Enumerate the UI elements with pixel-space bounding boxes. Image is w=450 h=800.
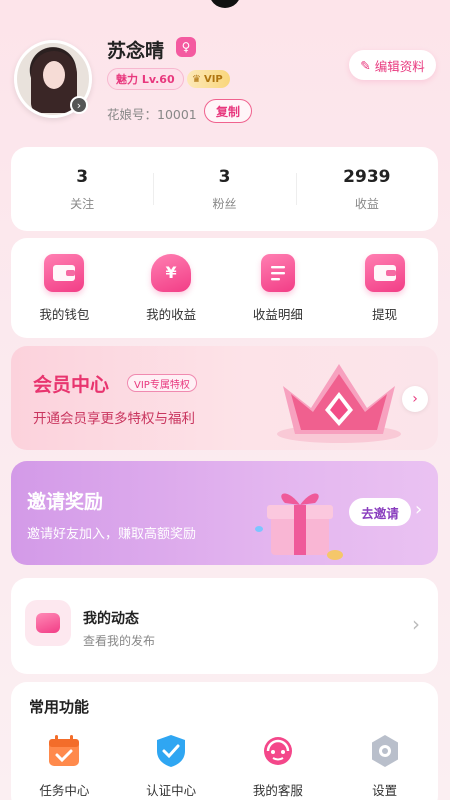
receipt-icon <box>260 253 295 292</box>
function-label: 我的客服 <box>252 783 303 798</box>
vip-privilege-tag: VIP专属特权 <box>127 374 197 392</box>
vip-badge: ♛ VIP <box>187 70 230 88</box>
money-bag-icon: ¥ <box>151 253 192 292</box>
function-verify-center[interactable]: 认证中心 <box>118 732 225 799</box>
wallet-item-label: 提现 <box>372 306 398 322</box>
vip-label: VIP <box>203 73 223 85</box>
invite-button[interactable]: 去邀请 <box>349 498 411 526</box>
stat-earnings[interactable]: 2939 收益 <box>295 147 438 231</box>
member-title: 会员中心 <box>33 374 110 396</box>
function-settings[interactable]: 设置 <box>331 732 438 799</box>
female-gender-icon: ♀ <box>176 37 196 57</box>
charm-level-badge: 魅力 Lv.60 <box>107 68 184 90</box>
crown-icon: ♛ <box>192 73 201 85</box>
stat-value: 3 <box>76 166 89 187</box>
my-posts-row[interactable]: 我的动态 查看我的发布 › <box>11 578 438 674</box>
copy-id-button[interactable]: 复制 <box>204 99 252 123</box>
pencil-icon: ✎ <box>360 57 371 73</box>
customer-service-icon <box>259 732 297 770</box>
member-subtitle: 开通会员享更多特权与福利 <box>33 411 195 427</box>
my-posts-title: 我的动态 <box>83 611 139 627</box>
wallet-item-label: 收益明细 <box>252 306 303 322</box>
common-functions-card: 常用功能 任务中心 认证中心 我的客服 设置 <box>11 682 438 800</box>
stat-value: 2939 <box>343 166 391 187</box>
wallet-item-earnings-detail[interactable]: 收益明细 <box>225 253 332 323</box>
wallet-item-label: 我的收益 <box>146 306 197 322</box>
stats-card: 3 关注 3 粉丝 2939 收益 <box>11 147 438 231</box>
edit-profile-label: 编辑资料 <box>374 58 425 74</box>
avatar-face <box>43 61 65 89</box>
withdraw-icon <box>364 253 405 292</box>
function-label: 任务中心 <box>39 783 90 798</box>
stat-value: 3 <box>218 166 231 187</box>
invite-reward-banner[interactable]: 邀请奖励 邀请好友加入，赚取高额奖励 去邀请 › <box>11 461 438 565</box>
chevron-right-icon: › <box>412 612 420 636</box>
function-task-center[interactable]: 任务中心 <box>11 732 118 799</box>
wallet-card: 我的钱包 ¥ 我的收益 收益明细 提现 <box>11 238 438 338</box>
common-functions-title: 常用功能 <box>29 698 90 716</box>
function-label: 认证中心 <box>146 783 197 798</box>
avatar-edit-icon[interactable]: › <box>70 96 88 114</box>
member-chevron-right-icon[interactable]: › <box>402 386 428 412</box>
verify-shield-icon <box>152 732 190 770</box>
function-label: 设置 <box>372 783 398 798</box>
crown-illustration-icon <box>277 364 401 443</box>
invite-chevron-right-icon[interactable]: › <box>415 499 422 520</box>
wallet-item-my-wallet[interactable]: 我的钱包 <box>11 253 118 323</box>
username: 苏念晴 <box>107 40 165 62</box>
wallet-icon <box>44 253 85 292</box>
invite-subtitle: 邀请好友加入，赚取高额奖励 <box>27 527 197 542</box>
edit-profile-button[interactable]: ✎ 编辑资料 <box>349 50 436 80</box>
stat-label: 关注 <box>70 196 95 211</box>
stat-following[interactable]: 3 关注 <box>11 147 153 231</box>
function-customer-service[interactable]: 我的客服 <box>225 732 332 799</box>
camera-notch <box>209 0 241 8</box>
settings-gear-icon <box>366 732 404 770</box>
gift-box-icon <box>255 493 343 560</box>
posts-icon <box>25 600 71 646</box>
wallet-item-withdraw[interactable]: 提现 <box>331 253 438 323</box>
user-id: 花娘号：10001 <box>107 107 197 122</box>
stat-label: 收益 <box>354 196 379 211</box>
stat-fans[interactable]: 3 粉丝 <box>153 147 295 231</box>
member-center-banner[interactable]: 会员中心 VIP专属特权 开通会员享更多特权与福利 › <box>11 346 438 450</box>
wallet-item-my-earnings[interactable]: ¥ 我的收益 <box>118 253 225 323</box>
invite-title: 邀请奖励 <box>27 491 104 513</box>
my-posts-subtitle: 查看我的发布 <box>83 634 156 648</box>
stat-label: 粉丝 <box>212 196 237 211</box>
task-calendar-icon <box>45 732 83 770</box>
wallet-item-label: 我的钱包 <box>39 306 90 322</box>
